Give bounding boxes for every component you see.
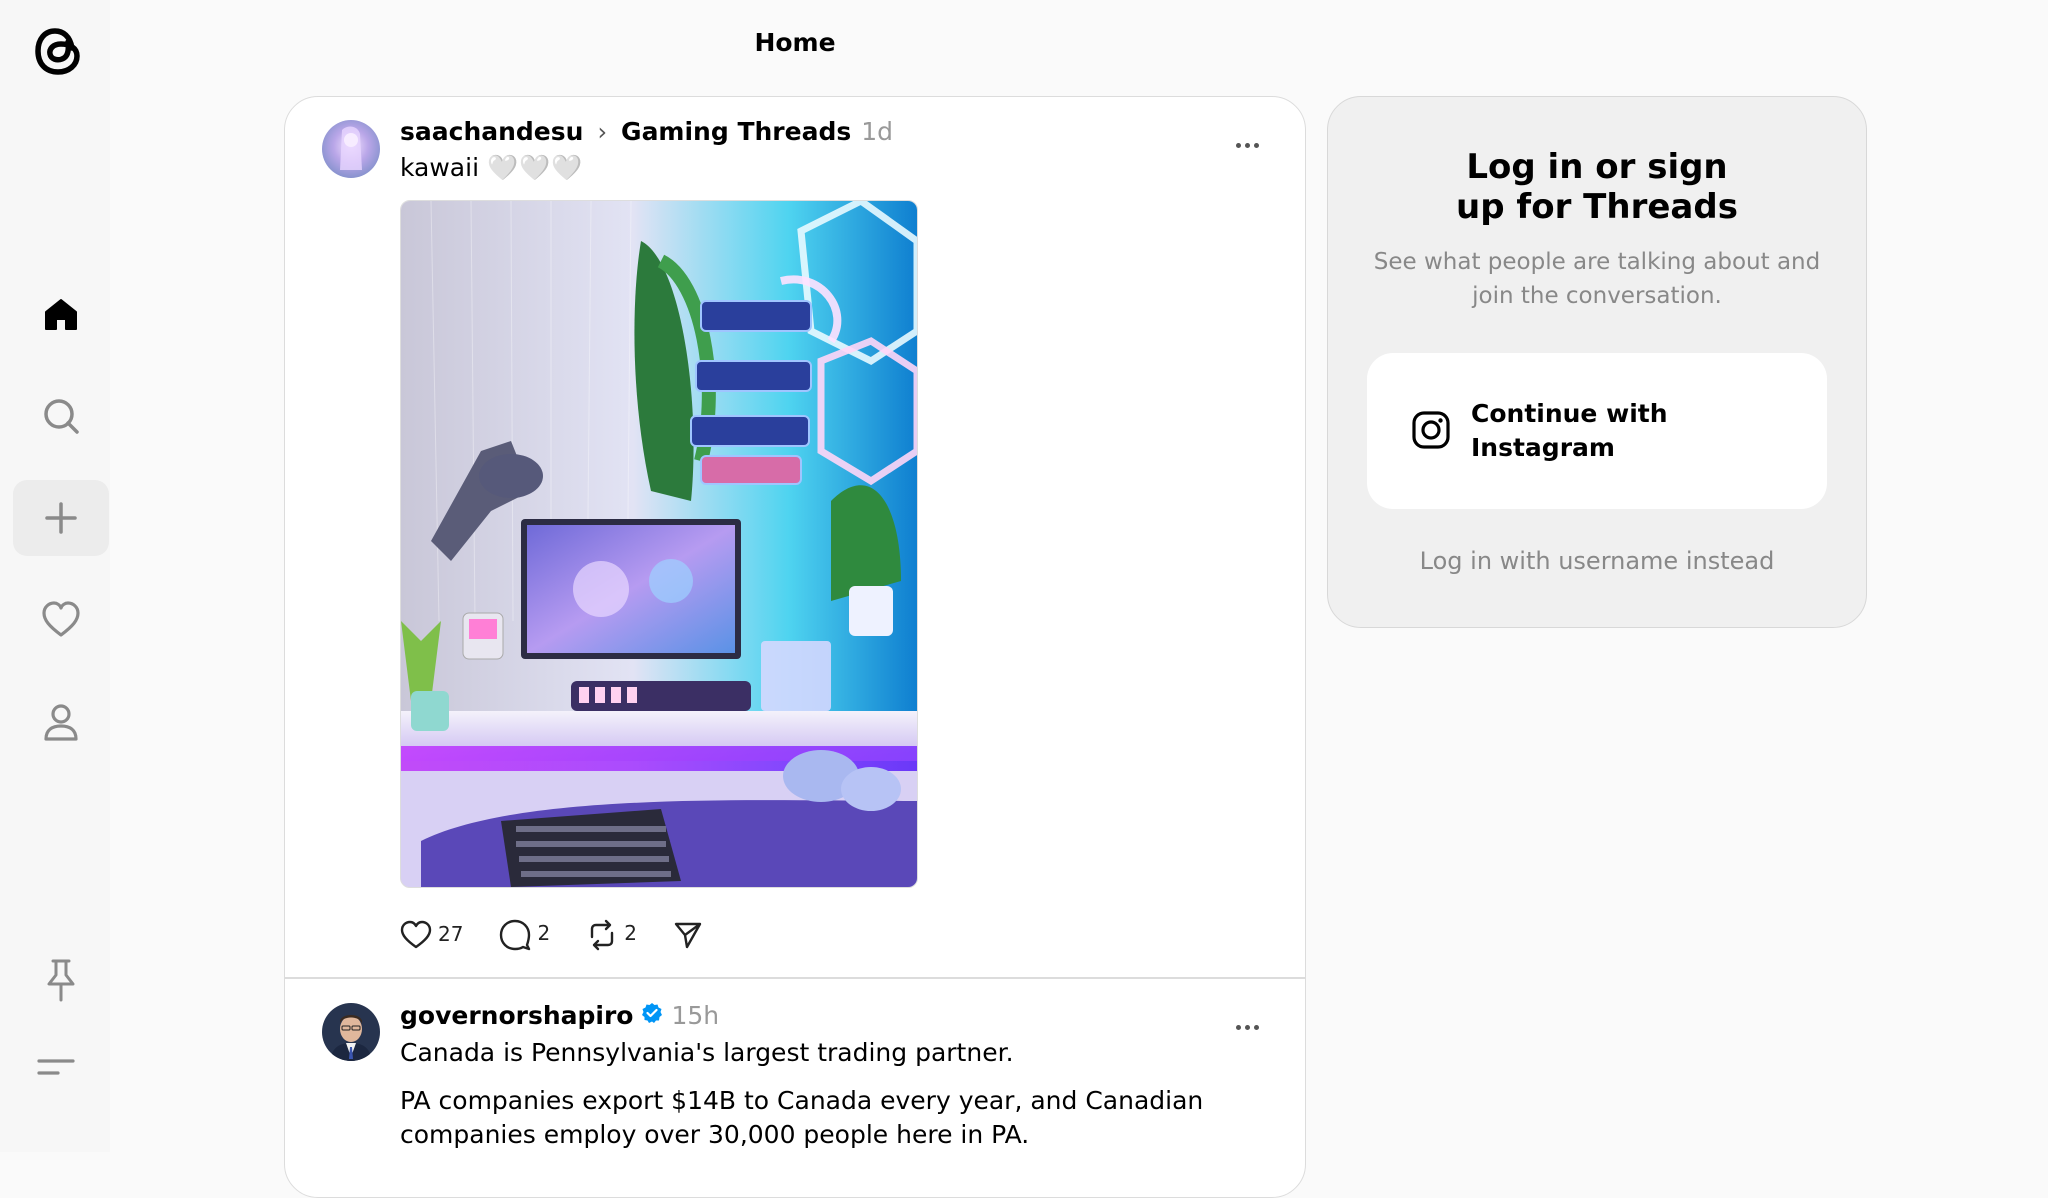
login-panel: Log in or sign up for Threads See what p… bbox=[1327, 96, 1867, 628]
post-header: governorshapiro 15h bbox=[400, 1001, 719, 1030]
plus-icon bbox=[45, 502, 77, 534]
post-username[interactable]: governorshapiro bbox=[400, 1001, 633, 1030]
heart-icon bbox=[400, 920, 432, 949]
comment-button[interactable]: 2 bbox=[499, 919, 550, 951]
login-subtitle: See what people are talking about and jo… bbox=[1373, 249, 1821, 309]
nav-activity[interactable] bbox=[13, 582, 109, 658]
home-icon bbox=[45, 299, 77, 330]
threads-logo-icon[interactable] bbox=[33, 22, 89, 82]
like-count: 27 bbox=[438, 922, 464, 946]
post-divider bbox=[285, 977, 1305, 979]
pin-icon bbox=[47, 959, 75, 1002]
post-image[interactable] bbox=[400, 200, 918, 888]
nav-pin[interactable] bbox=[13, 942, 109, 1018]
nav-profile[interactable] bbox=[13, 684, 109, 760]
post-time[interactable]: 15h bbox=[671, 1001, 719, 1030]
post-more-button[interactable] bbox=[1229, 133, 1265, 157]
send-icon bbox=[674, 922, 702, 949]
search-icon bbox=[44, 399, 79, 434]
post-text-emoji: 🤍🤍🤍 bbox=[486, 153, 584, 182]
feed: saachandesu › Gaming Threads 1d kawaii 🤍… bbox=[284, 96, 1306, 1198]
instagram-icon bbox=[1412, 411, 1450, 449]
comment-count: 2 bbox=[537, 921, 551, 945]
chevron-right-icon: › bbox=[597, 118, 608, 146]
post-time[interactable]: 1d bbox=[861, 117, 893, 146]
like-button[interactable]: 27 bbox=[400, 920, 463, 950]
page-title: Home bbox=[754, 28, 836, 57]
continue-with-instagram-button[interactable]: Continue with Instagram bbox=[1367, 353, 1827, 509]
nav-menu[interactable] bbox=[8, 1030, 104, 1106]
post-text: Canada is Pennsylvania's largest trading… bbox=[400, 1038, 1014, 1067]
instagram-button-label: Continue with Instagram bbox=[1471, 399, 1668, 462]
repost-icon bbox=[590, 919, 614, 951]
login-with-username-link[interactable]: Log in with username instead bbox=[1328, 547, 1866, 575]
post-actions: 27 2 2 bbox=[400, 919, 739, 951]
share-button[interactable] bbox=[673, 920, 703, 950]
post-more-button[interactable] bbox=[1229, 1015, 1265, 1039]
login-title: Log in or sign up for Threads bbox=[1456, 147, 1738, 227]
comment-icon bbox=[500, 919, 531, 951]
repost-count: 2 bbox=[624, 921, 637, 945]
nav-home[interactable] bbox=[13, 276, 109, 352]
post-header: saachandesu › Gaming Threads 1d bbox=[400, 117, 893, 146]
post-text: kawaii 🤍🤍🤍 bbox=[400, 151, 583, 185]
nav-create[interactable] bbox=[13, 480, 109, 556]
profile-icon bbox=[44, 704, 78, 741]
post-text-2: PA companies export $14B to Canada every… bbox=[400, 1086, 1204, 1149]
post-text-content: kawaii bbox=[400, 153, 480, 182]
nav-search[interactable] bbox=[13, 378, 109, 454]
post-username[interactable]: saachandesu bbox=[400, 117, 583, 146]
avatar[interactable] bbox=[322, 1003, 380, 1061]
sidebar bbox=[0, 0, 110, 1152]
menu-icon bbox=[37, 1059, 75, 1075]
post-community[interactable]: Gaming Threads bbox=[621, 117, 851, 146]
avatar[interactable] bbox=[322, 120, 380, 178]
heart-icon bbox=[42, 601, 80, 637]
repost-button[interactable]: 2 bbox=[586, 919, 637, 951]
verified-badge-icon bbox=[642, 1003, 663, 1023]
